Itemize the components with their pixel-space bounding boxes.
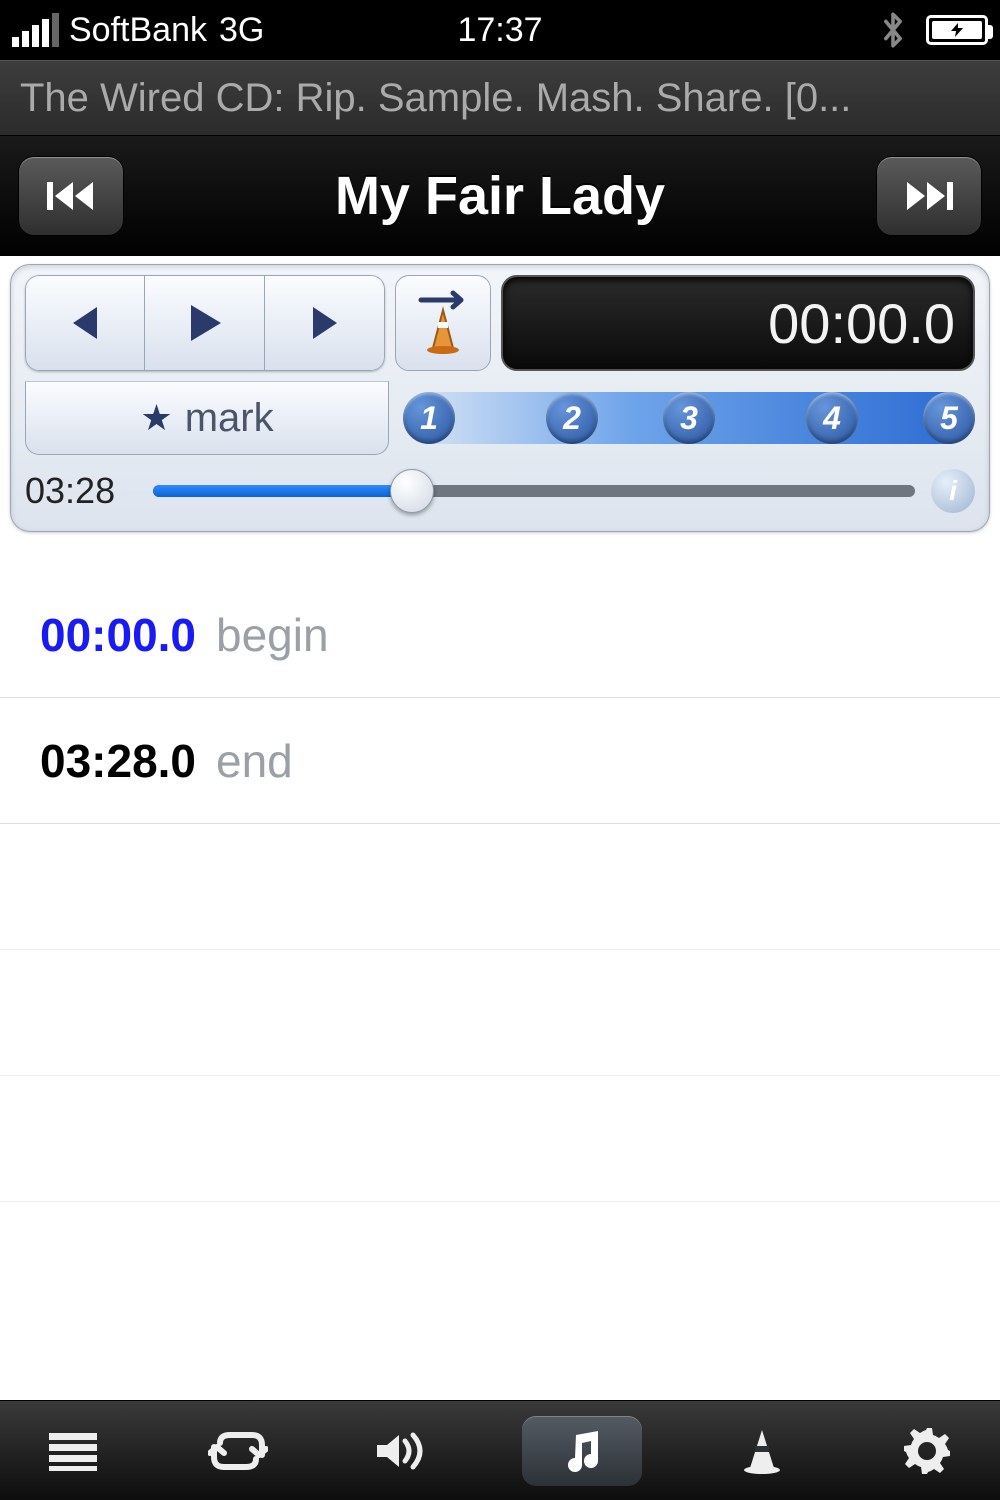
repeat-button[interactable] xyxy=(193,1416,283,1486)
bluetooth-icon xyxy=(878,10,908,50)
speed-badge-bar: 1 2 3 4 5 xyxy=(403,392,975,444)
track-title: My Fair Lady xyxy=(335,165,665,227)
slider-thumb[interactable] xyxy=(390,469,434,513)
list-item xyxy=(0,1076,1000,1202)
progress-slider[interactable] xyxy=(153,483,915,499)
cone-icon xyxy=(740,1426,784,1476)
play-icon xyxy=(183,301,227,345)
marker-time: 03:28.0 xyxy=(40,734,196,788)
timer-display: 00:00.0 xyxy=(501,275,975,371)
playback-segment xyxy=(25,275,385,371)
mark-label: mark xyxy=(185,396,274,441)
settings-button[interactable] xyxy=(882,1416,972,1486)
marker-label: begin xyxy=(216,608,329,662)
previous-track-button[interactable] xyxy=(18,156,124,236)
list-item xyxy=(0,950,1000,1076)
triangle-left-icon xyxy=(67,303,103,343)
speed-badge-2[interactable]: 2 xyxy=(546,392,598,444)
elapsed-time: 03:28 xyxy=(25,470,137,512)
carrier-label: SoftBank xyxy=(69,11,207,50)
status-time: 17:37 xyxy=(457,11,542,50)
network-type-label: 3G xyxy=(219,11,264,50)
star-icon: ★ xyxy=(140,397,172,439)
cone-arrow-icon xyxy=(411,288,475,358)
skip-forward-icon xyxy=(903,178,955,214)
info-button[interactable]: i xyxy=(931,469,975,513)
triangle-right-icon xyxy=(307,303,343,343)
skip-back-icon xyxy=(45,178,97,214)
track-header: My Fair Lady xyxy=(0,136,1000,256)
playback-panel: 00:00.0 ★ mark 1 2 3 4 5 03:28 i xyxy=(10,264,990,532)
repeat-icon xyxy=(208,1429,268,1473)
markers-tab-button[interactable] xyxy=(717,1416,807,1486)
music-note-icon xyxy=(558,1427,606,1475)
play-button[interactable] xyxy=(145,275,265,371)
list-icon xyxy=(45,1429,101,1473)
now-playing-button[interactable] xyxy=(522,1416,642,1486)
marker-row-end[interactable]: 03:28.0 end xyxy=(0,698,1000,824)
marker-time: 00:00.0 xyxy=(40,608,196,662)
speed-badge-5[interactable]: 5 xyxy=(923,392,975,444)
speed-badge-1[interactable]: 1 xyxy=(403,392,455,444)
speed-badge-3[interactable]: 3 xyxy=(663,392,715,444)
next-track-button[interactable] xyxy=(876,156,982,236)
forward-button[interactable] xyxy=(265,275,385,371)
charging-icon xyxy=(947,23,967,37)
playlist-button[interactable] xyxy=(28,1416,118,1486)
status-bar: SoftBank 3G 17:37 xyxy=(0,0,1000,60)
list-item xyxy=(0,824,1000,950)
album-title: The Wired CD: Rip. Sample. Mash. Share. … xyxy=(0,60,1000,136)
mark-button[interactable]: ★ mark xyxy=(25,381,389,455)
signal-strength-icon xyxy=(12,13,59,47)
marker-row-begin[interactable]: 00:00.0 begin xyxy=(0,572,1000,698)
repeat-marker-button[interactable] xyxy=(395,275,491,371)
volume-button[interactable] xyxy=(358,1416,448,1486)
battery-icon xyxy=(926,15,988,45)
marker-label: end xyxy=(216,734,293,788)
rewind-button[interactable] xyxy=(25,275,145,371)
bottom-toolbar xyxy=(0,1400,1000,1500)
slider-fill xyxy=(153,485,412,497)
speed-badge-4[interactable]: 4 xyxy=(806,392,858,444)
gear-icon xyxy=(902,1426,952,1476)
speaker-icon xyxy=(373,1429,433,1473)
marker-list: 00:00.0 begin 03:28.0 end xyxy=(0,572,1000,1202)
